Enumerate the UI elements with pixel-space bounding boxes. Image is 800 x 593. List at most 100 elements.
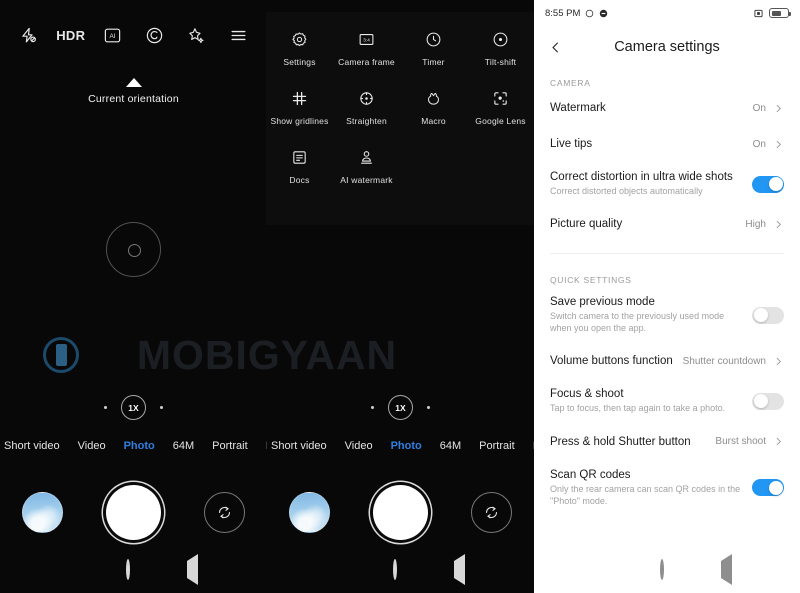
mode-photo[interactable]: Photo: [124, 440, 155, 452]
home-circle-icon[interactable]: [659, 559, 664, 580]
row-subtitle: Correct distorted objects automatically: [550, 186, 703, 196]
menu-icon[interactable]: [225, 22, 251, 48]
menu-item-camera-frame[interactable]: 3:4 Camera frame: [333, 28, 400, 67]
mode-64m[interactable]: 64M: [440, 440, 461, 452]
zoom-dot-left[interactable]: [104, 406, 107, 409]
back-chevron-icon[interactable]: [548, 40, 568, 55]
row-title: Save previous mode: [550, 296, 655, 309]
status-bar-left: 8:55 PM: [545, 8, 608, 19]
mode-photo[interactable]: Photo: [391, 440, 422, 452]
capture-controls-middle: [267, 478, 534, 546]
menu-item-docs[interactable]: Docs: [266, 146, 333, 185]
mode-short-video[interactable]: Short video: [271, 440, 327, 452]
mode-64m[interactable]: 64M: [173, 440, 194, 452]
menu-item-label: Docs: [289, 175, 310, 185]
focus-ring[interactable]: [106, 222, 161, 277]
row-right: Burst shoot: [715, 436, 784, 447]
menu-item-settings[interactable]: Settings: [266, 28, 333, 67]
row-value: High: [745, 218, 766, 230]
zoom-dot-left[interactable]: [371, 406, 374, 409]
menu-item-label: Tilt-shift: [484, 57, 517, 67]
zoom-control-left: 1X: [0, 395, 267, 420]
flip-camera-button[interactable]: [471, 491, 513, 533]
android-navbar-right: [534, 547, 800, 593]
mode-strip-left[interactable]: Short video Video Photo 64M Portrait N: [0, 432, 267, 459]
flip-camera-button[interactable]: [204, 491, 246, 533]
home-circle-icon[interactable]: [125, 559, 130, 580]
toggle-focus-and-shoot[interactable]: [752, 392, 784, 410]
status-bar-right: [753, 8, 791, 18]
camera-top-toolbar-left: HDR AI: [0, 0, 267, 70]
back-triangle-icon[interactable]: [720, 554, 732, 585]
svg-text:AI: AI: [110, 33, 116, 40]
android-navbar-left: [0, 547, 267, 593]
setting-row-focus-and-shoot[interactable]: Focus & shoot Tap to focus, then tap aga…: [534, 379, 800, 423]
mode-video[interactable]: Video: [345, 440, 373, 452]
mode-strip-middle[interactable]: Short video Video Photo 64M Portrait N: [267, 432, 534, 459]
battery-icon: [769, 8, 791, 18]
setting-row-picture-quality[interactable]: Picture quality High: [534, 206, 800, 242]
setting-row-correct-distortion[interactable]: Correct distortion in ultra wide shots C…: [534, 162, 800, 206]
gallery-thumbnail[interactable]: [288, 491, 330, 533]
tilt-shift-icon: [492, 28, 509, 50]
zoom-level-button[interactable]: 1X: [121, 395, 146, 420]
menu-item-label: Settings: [283, 57, 316, 67]
row-main: Press & hold Shutter button: [550, 436, 707, 448]
row-main: Watermark: [550, 102, 745, 114]
row-right: On: [753, 139, 784, 150]
setting-row-press-hold-shutter[interactable]: Press & hold Shutter button Burst shoot: [534, 424, 800, 460]
flash-off-icon[interactable]: [16, 22, 42, 48]
setting-row-scan-qr-codes[interactable]: Scan QR codes Only the rear camera can s…: [534, 460, 800, 516]
mode-more[interactable]: N: [533, 440, 534, 452]
menu-item-macro[interactable]: Macro: [400, 87, 467, 126]
gallery-thumbnail[interactable]: [21, 491, 63, 533]
row-main: Picture quality: [550, 218, 737, 230]
orientation-arrow-icon: [125, 78, 142, 87]
straighten-icon: [358, 87, 375, 109]
setting-row-volume-buttons-function[interactable]: Volume buttons function Shutter countdow…: [534, 343, 800, 379]
hdr-icon[interactable]: HDR: [56, 22, 85, 48]
status-time: 8:55 PM: [545, 7, 581, 19]
menu-item-ai-watermark[interactable]: AI watermark: [333, 146, 400, 185]
row-main: Live tips: [550, 138, 745, 150]
toggle-scan-qr-codes[interactable]: [752, 479, 784, 497]
shutter-button[interactable]: [372, 484, 428, 540]
vibrate-icon: [753, 9, 764, 18]
home-circle-icon[interactable]: [392, 559, 397, 580]
back-triangle-icon[interactable]: [187, 554, 199, 585]
shutter-button[interactable]: [105, 484, 161, 540]
menu-item-label: Camera frame: [338, 57, 395, 67]
toggle-correct-distortion[interactable]: [752, 175, 784, 193]
setting-row-watermark[interactable]: Watermark On: [534, 90, 800, 126]
mode-portrait[interactable]: Portrait: [212, 440, 247, 452]
row-right: Shutter countdown: [683, 356, 784, 367]
mode-video[interactable]: Video: [78, 440, 106, 452]
mode-portrait[interactable]: Portrait: [479, 440, 514, 452]
camera-settings-panel: 8:55 PM Camera settings CAMERA Watermark…: [534, 0, 800, 593]
zoom-level-button[interactable]: 1X: [388, 395, 413, 420]
toggle-save-previous-mode[interactable]: [752, 306, 784, 324]
ai-icon[interactable]: AI: [100, 22, 126, 48]
row-main: Volume buttons function: [550, 355, 675, 367]
chevron-right-icon: [773, 103, 784, 114]
menu-item-label: AI watermark: [340, 175, 393, 185]
menu-item-google-lens[interactable]: Google Lens: [467, 87, 534, 126]
setting-row-live-tips[interactable]: Live tips On: [534, 126, 800, 162]
menu-item-tilt-shift[interactable]: Tilt-shift: [467, 28, 534, 67]
menu-item-timer[interactable]: Timer: [400, 28, 467, 67]
zoom-dot-right[interactable]: [427, 406, 430, 409]
menu-item-show-gridlines[interactable]: Show gridlines: [266, 87, 333, 126]
menu-item-straighten[interactable]: Straighten: [333, 87, 400, 126]
mode-short-video[interactable]: Short video: [4, 440, 60, 452]
menu-item-label: Straighten: [346, 116, 387, 126]
orientation-label: Current orientation: [88, 93, 179, 105]
row-main: Focus & shoot Tap to focus, then tap aga…: [550, 388, 744, 414]
menu-item-label: Show gridlines: [270, 116, 329, 126]
row-main: Save previous mode Switch camera to the …: [550, 296, 744, 334]
camera-panel-left: HDR AI Current orientation 1X Short vide…: [0, 0, 267, 593]
back-triangle-icon[interactable]: [454, 554, 466, 585]
zoom-dot-right[interactable]: [160, 406, 163, 409]
setting-row-save-previous-mode[interactable]: Save previous mode Switch camera to the …: [534, 287, 800, 343]
beauty-sparkle-icon[interactable]: [183, 22, 209, 48]
bokeh-icon[interactable]: [141, 22, 167, 48]
